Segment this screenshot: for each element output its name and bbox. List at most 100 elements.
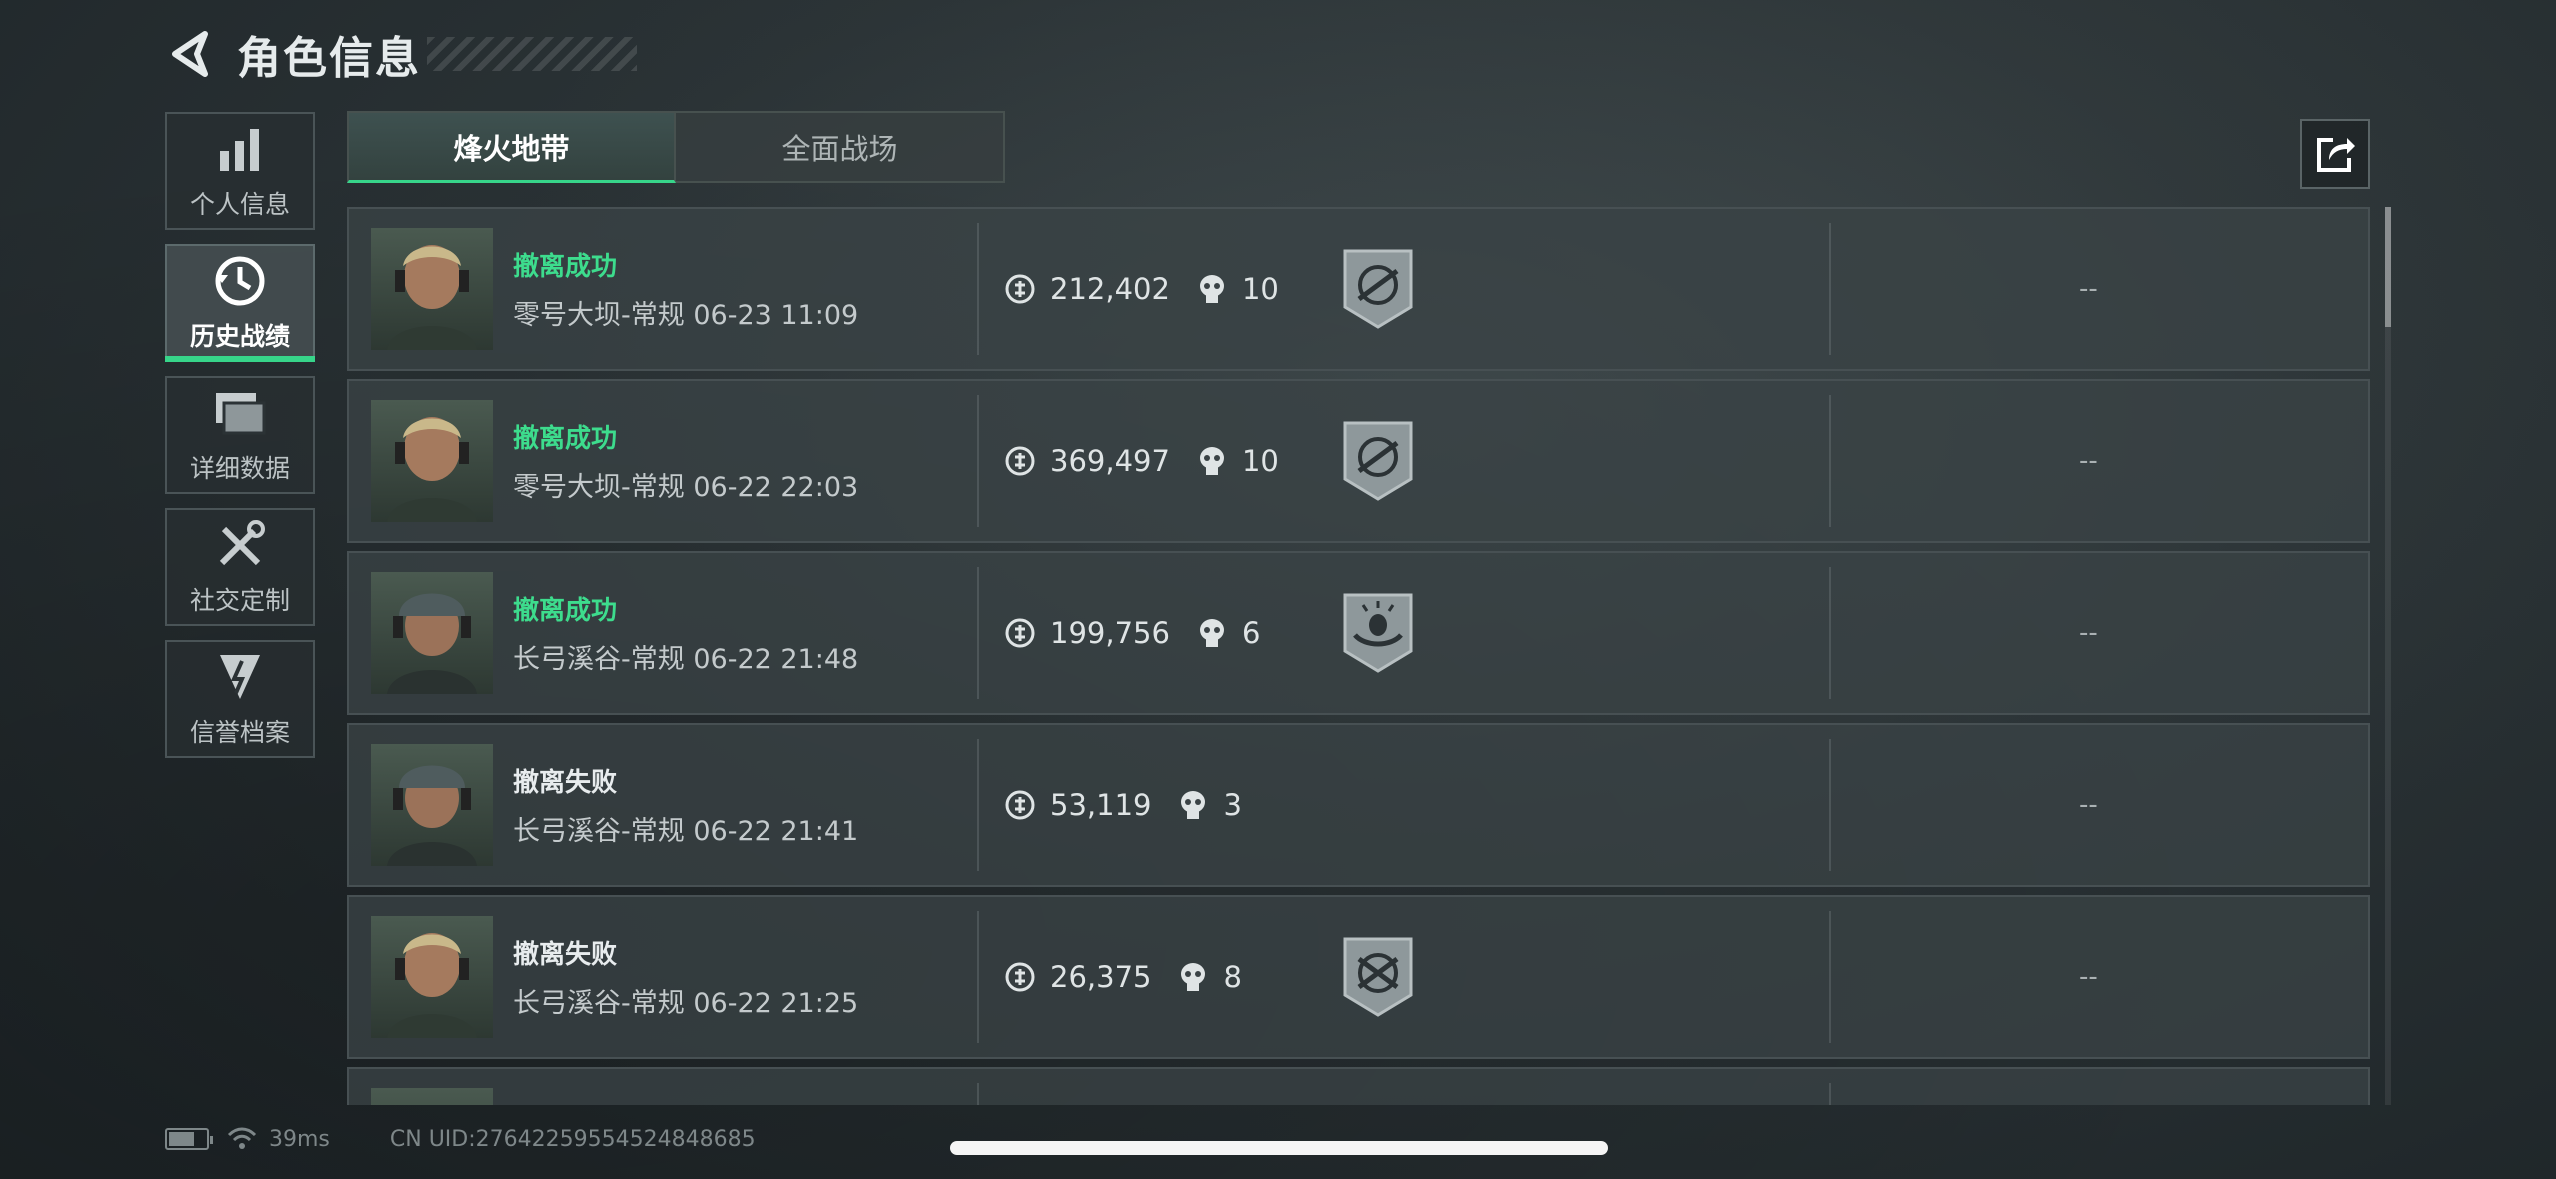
- history-clock-icon: [212, 253, 268, 309]
- home-indicator[interactable]: [950, 1141, 1608, 1155]
- kill-count: 6: [1241, 616, 1261, 650]
- divider: [1829, 1083, 1831, 1105]
- extra-value: --: [2079, 962, 2098, 992]
- asset-value: 26,375: [1050, 960, 1152, 994]
- egg-nest-badge: [1343, 593, 1413, 673]
- operator-avatar: [371, 744, 493, 866]
- nav-item-detailed-data[interactable]: 详细数据: [165, 376, 315, 494]
- tab-fire-zone[interactable]: 烽火地带: [347, 111, 676, 183]
- divider: [1829, 395, 1831, 527]
- extra-value: --: [2079, 618, 2098, 648]
- match-time: 06-22 21:41: [693, 816, 859, 847]
- nav-label: 信誉档案: [189, 718, 290, 747]
- nav-item-credit-profile[interactable]: 信誉档案: [165, 640, 315, 758]
- nav-item-history[interactable]: 历史战绩: [165, 244, 315, 362]
- match-time: 06-22 21:25: [693, 988, 859, 1019]
- back-arrow-icon: [172, 31, 208, 77]
- currency-icon: [1004, 617, 1036, 649]
- skull-icon: [1196, 617, 1228, 649]
- match-row[interactable]: 撤离成功 零号大坝-常规 06-23 11:09 212,402 10 --: [347, 207, 2370, 371]
- currency-icon: [1004, 273, 1036, 305]
- kill-count: 10: [1241, 444, 1279, 478]
- skull-icon: [1196, 273, 1228, 305]
- match-row[interactable]: 撤离失败 长弓溪谷-常规 06-22 21:41 53,119 3 --: [347, 723, 2370, 887]
- divider: [977, 911, 979, 1043]
- currency-icon: [1004, 789, 1036, 821]
- skull-icon: [1177, 789, 1209, 821]
- divider: [1829, 223, 1831, 355]
- map-name: 零号大坝-常规: [513, 300, 685, 331]
- divider: [977, 567, 979, 699]
- back-button[interactable]: [165, 28, 213, 80]
- nav-label: 历史战绩: [189, 322, 290, 351]
- map-name: 长弓溪谷-常规: [513, 816, 685, 847]
- extraction-status: 撤离失败: [513, 768, 618, 798]
- extraction-status: 撤离失败: [513, 940, 618, 970]
- crossed-rifle-badge: [1343, 937, 1413, 1017]
- rifle-target-badge: [1343, 421, 1413, 501]
- status-footer: 39ms CN UID:276422595545248486​85: [165, 1126, 756, 1152]
- match-row[interactable]: 撤离成功 长弓溪谷-常规 06-22 21:48 199,756 6 --: [347, 551, 2370, 715]
- tools-icon: [212, 517, 268, 573]
- side-nav: 个人信息 历史战绩 详细数据 社交定制 信誉档案: [165, 112, 315, 772]
- match-time: 06-23 11:09: [693, 300, 859, 331]
- tab-full-battlefield[interactable]: 全面战场: [676, 111, 1005, 183]
- skull-icon: [1177, 961, 1209, 993]
- extraction-status: 撤离成功: [513, 424, 618, 454]
- divider: [977, 1083, 979, 1105]
- mode-tabs: 烽火地带 全面战场: [347, 111, 1005, 183]
- divider: [977, 739, 979, 871]
- page-title: 角色信息: [237, 33, 421, 84]
- bar-chart-icon: [212, 121, 268, 177]
- match-time: 06-22 22:03: [693, 472, 859, 503]
- match-history-list[interactable]: 撤离成功 零号大坝-常规 06-23 11:09 212,402 10 -- 撤…: [347, 207, 2370, 1105]
- divider: [977, 395, 979, 527]
- share-button[interactable]: [2300, 119, 2370, 189]
- wifi-icon: [227, 1127, 257, 1149]
- nav-label: 个人信息: [189, 190, 290, 219]
- nav-item-personal-info[interactable]: 个人信息: [165, 112, 315, 230]
- nav-label: 详细数据: [189, 454, 290, 483]
- currency-icon: [1004, 445, 1036, 477]
- operator-avatar: [371, 572, 493, 694]
- divider: [977, 223, 979, 355]
- match-row[interactable]: 撤离成功 零号大坝-常规 06-22 22:03 369,497 10 --: [347, 379, 2370, 543]
- scroll-thumb[interactable]: [2385, 207, 2391, 327]
- match-row-partial[interactable]: [347, 1067, 2370, 1105]
- page-header: 角色信息: [165, 26, 637, 84]
- currency-icon: [1004, 961, 1036, 993]
- user-uid: CN UID:276422595545248486​85: [389, 1126, 756, 1152]
- asset-value: 369,497: [1050, 444, 1170, 478]
- divider: [1829, 739, 1831, 871]
- map-name: 零号大坝-常规: [513, 472, 685, 503]
- match-row[interactable]: 撤离失败 长弓溪谷-常规 06-22 21:25 26,375 8 --: [347, 895, 2370, 1059]
- extraction-status: 撤离成功: [513, 252, 618, 282]
- extraction-status: 撤离成功: [513, 596, 618, 626]
- title-decoration: [427, 37, 637, 71]
- asset-value: 53,119: [1050, 788, 1152, 822]
- extra-value: --: [2079, 274, 2098, 304]
- nav-label: 社交定制: [189, 586, 290, 615]
- divider: [1829, 567, 1831, 699]
- skull-icon: [1196, 445, 1228, 477]
- credit-shield-icon: [212, 649, 268, 705]
- battery-icon: [165, 1128, 213, 1150]
- ping-latency: 39ms: [269, 1126, 330, 1152]
- extra-value: --: [2079, 446, 2098, 476]
- list-scrollbar[interactable]: [2385, 207, 2391, 1105]
- kill-count: 10: [1241, 272, 1279, 306]
- operator-avatar: [371, 1088, 493, 1105]
- kill-count: 3: [1223, 788, 1242, 822]
- operator-avatar: [371, 916, 493, 1038]
- map-name: 长弓溪谷-常规: [513, 644, 685, 675]
- nav-item-social-custom[interactable]: 社交定制: [165, 508, 315, 626]
- match-time: 06-22 21:48: [693, 644, 859, 675]
- asset-value: 199,756: [1050, 616, 1170, 650]
- rifle-target-badge: [1343, 249, 1413, 329]
- operator-avatar: [371, 228, 493, 350]
- extra-value: --: [2079, 790, 2098, 820]
- share-icon: [2317, 138, 2355, 172]
- divider: [1829, 911, 1831, 1043]
- operator-avatar: [371, 400, 493, 522]
- asset-value: 212,402: [1050, 272, 1170, 306]
